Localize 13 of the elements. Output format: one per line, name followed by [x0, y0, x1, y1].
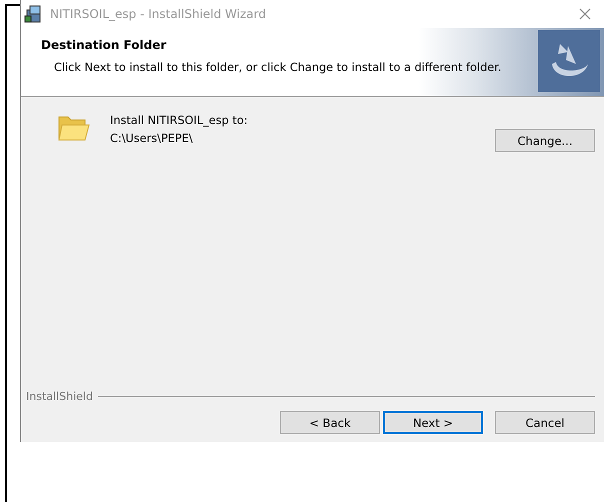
wizard-button[interactable]: Cancel [495, 411, 595, 434]
installshield-logo-icon [538, 30, 600, 92]
install-path: C:\Users\PEPE\ [110, 132, 194, 145]
page-description: Click Next to install to this folder, or click Change to install to a different folder. [53, 61, 502, 74]
install-label: Install NITIRSOIL_esp to: [110, 114, 249, 127]
close-icon[interactable] [579, 8, 591, 20]
window-title: NITIRSOIL_esp - InstallShield Wizard [50, 7, 267, 21]
change-button[interactable]: Change... [495, 129, 595, 152]
folder-icon [57, 114, 90, 142]
wizard-button[interactable]: Next > [383, 411, 483, 434]
page-title: Destination Folder [41, 38, 168, 52]
wizard-button[interactable]: < Back [280, 411, 380, 434]
brand-label: InstallShield [26, 390, 93, 403]
